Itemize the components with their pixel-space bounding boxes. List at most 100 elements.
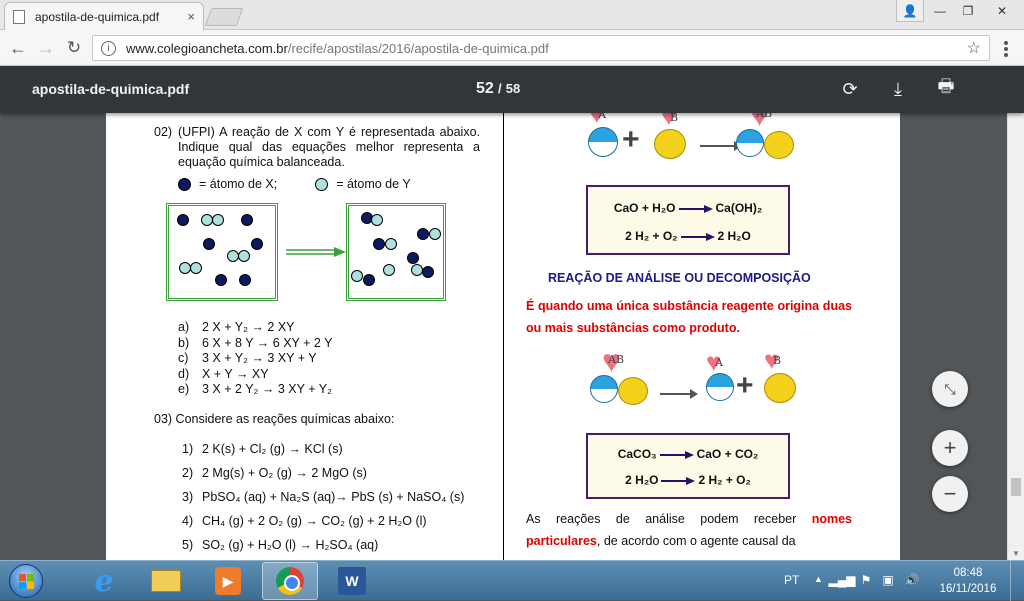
flag-icon[interactable]: ⚑ (858, 573, 874, 587)
document-icon (13, 9, 25, 24)
atom-x (177, 214, 189, 226)
start-button[interactable] (2, 562, 50, 600)
chrome-icon (276, 567, 304, 595)
reaction-row: 3) PbSO₄ (aq) + Na₂S (aq)→ PbS (s) + NaSO… (182, 485, 464, 509)
molecule-label: B (773, 354, 782, 367)
atom-y (351, 270, 363, 282)
url-field[interactable]: i www.colegioancheta.com.br/recife/apost… (92, 35, 990, 61)
option-row: c) 3 X + Y₂ → 3 XY + Y (178, 351, 332, 367)
chrome-menu-icon[interactable] (996, 40, 1016, 58)
back-arrow-icon[interactable]: ← (6, 36, 30, 60)
blue-face-icon (590, 375, 618, 403)
print-icon[interactable]: 🖶 (934, 76, 958, 101)
synthesis-illustration: ♥ A + ♥ B ♥ AB (588, 113, 798, 165)
question-number: 02) (154, 125, 173, 139)
atom-y (383, 264, 395, 276)
atom-x (373, 238, 385, 250)
reactants-box (166, 203, 278, 301)
vertical-scrollbar[interactable]: ▲ ▼ (1007, 66, 1024, 560)
page-separator: / (497, 81, 502, 96)
yellow-face-icon (764, 131, 794, 159)
taskbar-file-explorer[interactable] (138, 562, 194, 600)
atom-x (215, 274, 227, 286)
arrow-icon (659, 450, 694, 459)
taskbar-media-player[interactable]: ▶ (200, 562, 256, 600)
user-profile-icon[interactable]: 👤 (896, 0, 924, 22)
reaction-row: 4) CH₄ (g) + 2 O₂ (g) → CO₂ (g) + 2 H₂O (… (182, 509, 464, 533)
body-text-prefix: As reações de análise podem receber (526, 512, 812, 526)
show-desktop-button[interactable] (1010, 561, 1024, 601)
atom-y (238, 250, 250, 262)
option-row: e) 3 X + 2 Y₂ → 3 XY + Y₂ (178, 382, 332, 398)
system-clock[interactable]: 08:48 16/11/2016 (930, 565, 1006, 597)
clock-time: 08:48 (953, 567, 983, 579)
yellow-face-icon (618, 377, 648, 405)
taskbar-word[interactable]: W (324, 562, 380, 600)
atom-x (241, 214, 253, 226)
left-column: 02) (UFPI) A reação de X com Y é represe… (106, 113, 503, 560)
equation-right: 2 H₂O (717, 229, 751, 243)
media-player-icon: ▶ (215, 567, 241, 595)
folder-icon (151, 570, 181, 592)
current-page-field[interactable]: 52 (476, 80, 494, 97)
url-path: /recife/apostilas/2016/apostila-de-quimi… (287, 40, 549, 56)
forward-arrow-icon[interactable]: → (34, 36, 58, 60)
equation-row: CaCO₃ CaO + CO₂ (588, 447, 788, 461)
info-icon[interactable]: i (101, 40, 116, 56)
download-icon[interactable]: ⤓ (886, 77, 910, 101)
close-window-button[interactable]: ✕ (982, 0, 1022, 22)
option-row: d) X + Y → XY (178, 367, 332, 383)
windows-logo-icon (9, 564, 43, 598)
device-icon[interactable]: ▣ (880, 573, 896, 587)
body-paragraph: As reações de análise podem receber nome… (526, 508, 852, 552)
equation-row: 2 H₂O 2 H₂ + O₂ (588, 473, 788, 487)
reaction-row: 2) 2 Mg(s) + O₂ (g) → 2 MgO (s) (182, 461, 464, 485)
taskbar-chrome[interactable] (262, 562, 318, 600)
atom-legend: = átomo de X; = átomo de Y (178, 177, 411, 191)
new-tab-button[interactable] (204, 8, 244, 26)
atom-y (371, 214, 383, 226)
tab-close-icon[interactable]: × (187, 9, 195, 24)
atom-x (363, 274, 375, 286)
option-equation: 3 X + 2 Y₂ → 3 XY + Y₂ (202, 382, 332, 396)
arrow-icon (660, 389, 698, 399)
answer-options: a) 2 X + Y₂ → 2 XY b) 6 X + 8 Y → 6 XY + 2… (178, 320, 332, 398)
molecule-label: AB (608, 353, 625, 366)
molecule-label: AB (756, 113, 773, 120)
maximize-button[interactable]: ❐ (954, 0, 982, 22)
scroll-down-arrow[interactable]: ▼ (1012, 549, 1020, 558)
rotate-icon[interactable]: ⟳ (838, 77, 862, 101)
decomposition-equation-box: CaCO₃ CaO + CO₂ 2 H₂O 2 H₂ + O₂ (586, 433, 790, 499)
option-equation: 2 X + Y₂ → 2 XY (202, 320, 295, 334)
atom-x-icon (178, 177, 191, 191)
decomposition-illustration: ♥ AB ♥ A + ♥ B (588, 345, 798, 413)
body-text-suffix: , de acordo com o agente causal da (596, 534, 796, 548)
reaction-equation: PbSO₄ (aq) + Na₂S (aq)→ PbS (s) + NaSO₄ … (202, 490, 465, 504)
show-hidden-icons[interactable]: ▲ (814, 574, 823, 584)
taskbar-internet-explorer[interactable]: e (76, 562, 132, 600)
volume-icon[interactable]: 🔊 (904, 573, 920, 587)
url-host: www.colegioancheta.com.br (126, 40, 288, 56)
products-box (346, 203, 446, 301)
zoom-out-button[interactable]: − (932, 476, 968, 512)
bookmark-star-icon[interactable]: ☆ (967, 38, 981, 58)
browser-tab[interactable]: apostila-de-quimica.pdf × (4, 2, 204, 30)
internet-explorer-icon: e (94, 563, 114, 599)
reaction-number: 1) (182, 442, 194, 456)
signal-icon[interactable]: ▂▄▆ (829, 573, 856, 587)
fit-to-page-button[interactable]: ⤡ (932, 371, 968, 407)
scroll-thumb[interactable] (1011, 478, 1021, 496)
reload-icon[interactable]: ↻ (62, 36, 86, 60)
equation-right: Ca(OH)₂ (715, 201, 763, 215)
option-letter: e) (178, 382, 190, 396)
pdf-title: apostila-de-quimica.pdf (32, 81, 190, 97)
equation-row: 2 H₂ + O₂ 2 H₂O (588, 229, 788, 243)
minimize-button[interactable]: — (926, 0, 954, 22)
reaction-arrow (286, 247, 346, 257)
question-text: (UFPI) A reação de X com Y é representad… (178, 125, 480, 169)
zoom-in-button[interactable]: + (932, 430, 968, 466)
language-indicator[interactable]: PT (784, 573, 799, 587)
atom-x (239, 274, 251, 286)
clock-date: 16/11/2016 (939, 583, 997, 595)
arrow-icon (678, 204, 713, 213)
